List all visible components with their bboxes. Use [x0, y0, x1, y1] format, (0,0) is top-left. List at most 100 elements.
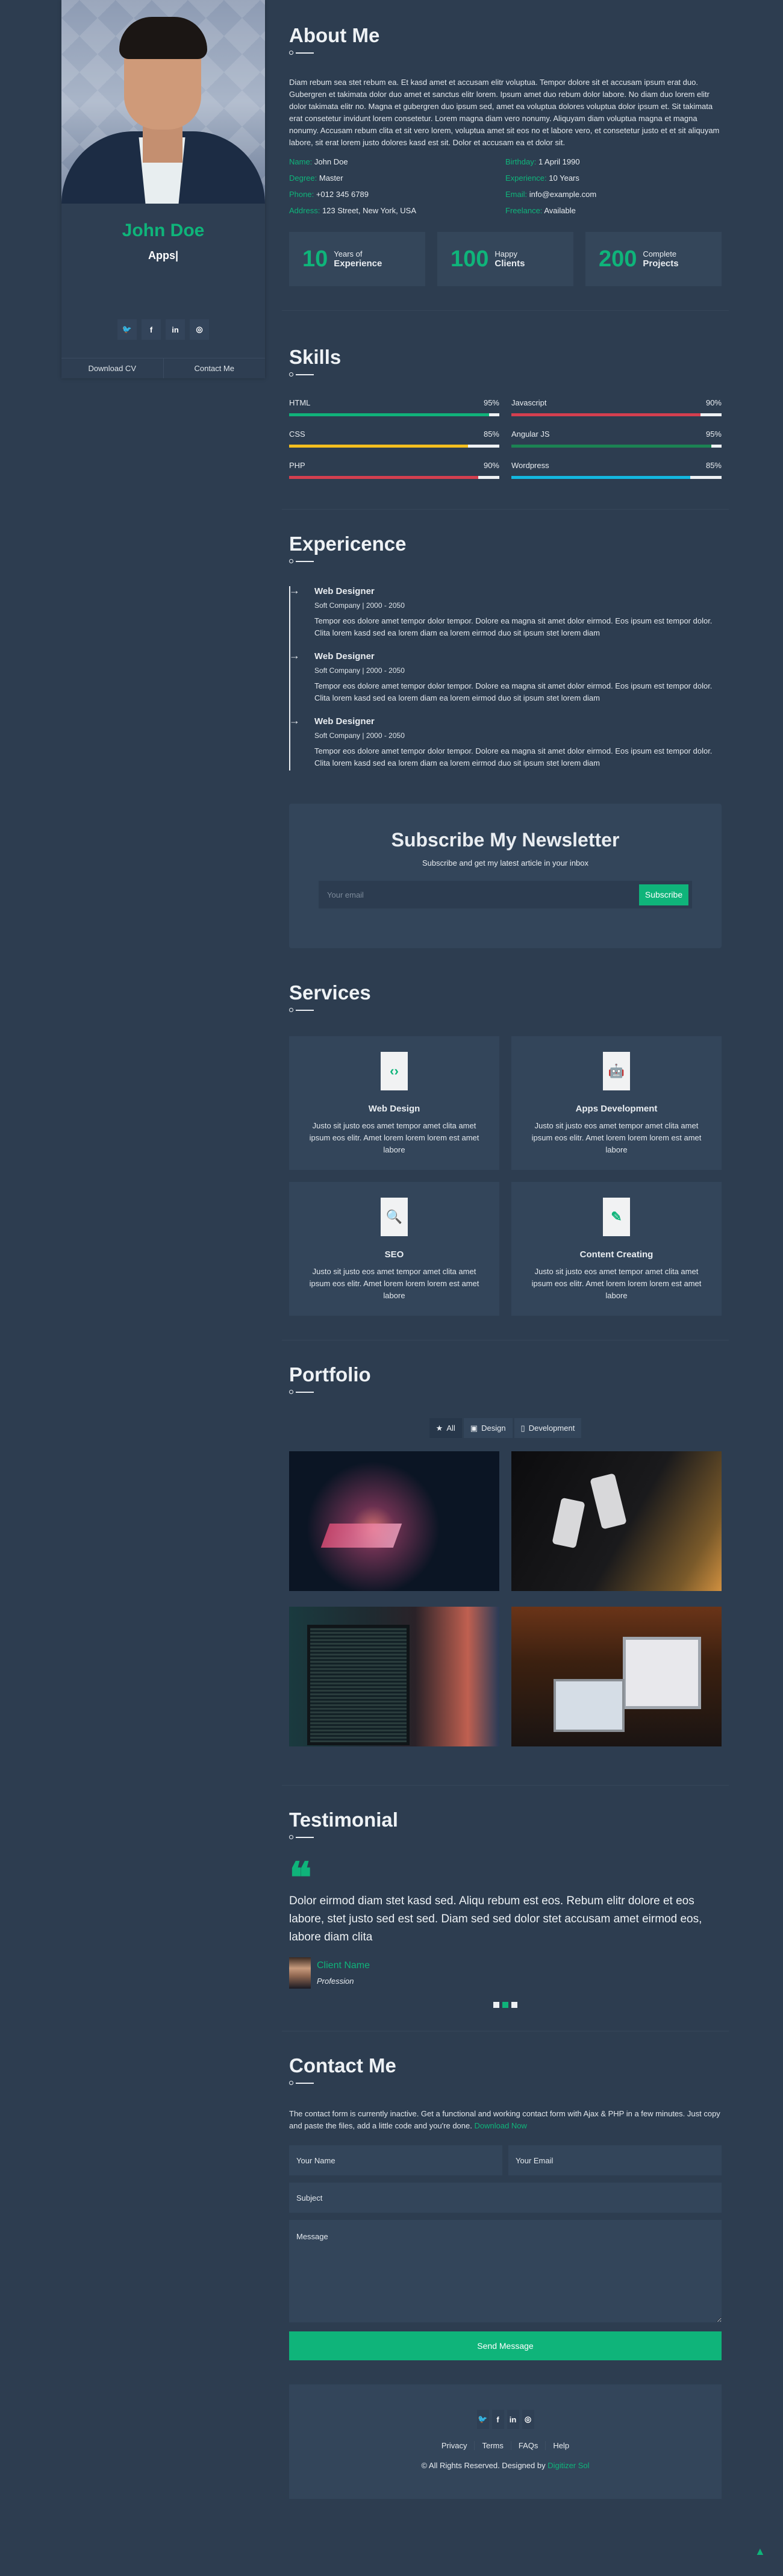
name-input[interactable]: [289, 2145, 502, 2175]
info-row: Experience: 10 Years: [505, 174, 579, 183]
about-section: About Me Diam rebum sea stet rebum ea. E…: [289, 0, 722, 286]
info-row: Phone: +012 345 6789: [289, 190, 369, 199]
portfolio-gallery: [289, 1451, 722, 1746]
contact-section: Contact Me The contact form is currently…: [289, 2031, 722, 2360]
footer-linkedin-button[interactable]: in: [507, 2410, 519, 2429]
twitter-icon: 🐦: [122, 325, 133, 334]
info-row: Degree: Master: [289, 174, 343, 183]
stats-row: 10 Years of Experience 100 Happy Clients 2…: [289, 232, 722, 286]
designer-link[interactable]: Digitizer Sol: [547, 2461, 589, 2470]
send-message-button[interactable]: Send Message: [289, 2331, 722, 2360]
download-cv-button[interactable]: Download CV: [61, 358, 164, 378]
client-profession: Profession: [317, 1977, 354, 1986]
download-now-link[interactable]: Download Now: [474, 2121, 526, 2130]
client-avatar: [289, 1957, 311, 1989]
skill-progress-bar: [511, 445, 722, 448]
footer-twitter-button[interactable]: 🐦: [476, 2410, 489, 2429]
footer: 🐦 f in ◎ Privacy Terms FAQs Help © All R…: [289, 2384, 722, 2499]
services-section: Services ‹› Web Design Justo sit justo e…: [289, 981, 722, 1316]
newsletter-email-input[interactable]: [327, 890, 639, 899]
portfolio-image-phone-hand[interactable]: [289, 1451, 499, 1591]
subject-input[interactable]: [289, 2183, 722, 2213]
client-name: Client Name: [317, 1960, 370, 1971]
service-desc: Justo sit justo eos amet tempor amet cli…: [531, 1121, 702, 1154]
skills-title: Skills: [289, 346, 342, 368]
carousel-dot[interactable]: [493, 2002, 499, 2008]
portfolio-image-two-phones[interactable]: [511, 1451, 722, 1591]
skill-progress-fill: [511, 476, 690, 479]
skill-item: CSS 85%: [289, 430, 499, 448]
newsletter-subtitle: Subscribe and get my latest article in y…: [422, 858, 589, 868]
service-card: 🤖 Apps Development Justo sit justo eos a…: [511, 1036, 722, 1170]
carousel-dot[interactable]: [511, 2002, 517, 2008]
about-text: Diam rebum sea stet rebum ea. Et kasd am…: [289, 78, 720, 147]
timeline-item: → Web Designer Soft Company | 2000 - 205…: [289, 714, 713, 767]
contact-me-button[interactable]: Contact Me: [164, 358, 266, 378]
instagram-icon: ◎: [196, 325, 203, 334]
carousel-dot-active[interactable]: [502, 2002, 508, 2008]
info-row: Birthday: 1 April 1990: [505, 157, 580, 166]
skill-progress-bar: [289, 413, 499, 416]
laptop-code-icon: ‹›: [381, 1052, 408, 1090]
skill-name: PHP: [289, 461, 305, 470]
skill-progress-bar: [289, 476, 499, 479]
filter-all[interactable]: ★ All: [429, 1418, 462, 1438]
contact-note: The contact form is currently inactive. …: [289, 2109, 720, 2130]
profile-name: John Doe: [122, 220, 205, 240]
contact-title: Contact Me: [289, 2054, 396, 2077]
service-title: Web Design: [368, 1104, 420, 1114]
star-icon: ★: [435, 1423, 443, 1433]
skills-grid: HTML 95% Javascript 90% CSS 85% Angular JS 95% P…: [289, 398, 722, 479]
portfolio-image-designer-desk[interactable]: [511, 1607, 722, 1746]
footer-link-privacy[interactable]: Privacy: [434, 2441, 475, 2450]
twitter-icon: 🐦: [478, 2415, 488, 2424]
info-grid: Name: John Doe Birthday: 1 April 1990 De…: [289, 156, 722, 217]
skill-progress-bar: [511, 413, 722, 416]
linkedin-icon: in: [509, 2415, 517, 2424]
footer-instagram-button[interactable]: ◎: [522, 2410, 534, 2429]
mobile-icon: ▯: [520, 1423, 525, 1433]
portfolio-image-code-monitor[interactable]: [289, 1607, 499, 1746]
filter-development[interactable]: ▯ Development: [514, 1418, 582, 1438]
skill-item: Angular JS 95%: [511, 430, 722, 448]
filter-design[interactable]: ▣ Design: [463, 1418, 513, 1438]
experience-section: Expericence → Web Designer Soft Company …: [289, 510, 722, 771]
skill-progress-fill: [511, 445, 711, 448]
info-row: Address: 123 Street, New York, USA: [289, 206, 417, 215]
footer-link-faqs[interactable]: FAQs: [511, 2441, 546, 2450]
skill-item: HTML 95%: [289, 398, 499, 416]
service-desc: Justo sit justo eos amet tempor amet cli…: [309, 1267, 479, 1300]
twitter-button[interactable]: 🐦: [117, 319, 137, 340]
copyright: © All Rights Reserved. Designed by Digit…: [421, 2461, 590, 2470]
skill-progress-fill: [289, 413, 489, 416]
skill-percent: 85%: [483, 430, 499, 439]
info-row: Freelance: Available: [505, 206, 576, 215]
footer-link-terms[interactable]: Terms: [475, 2441, 511, 2450]
service-desc: Justo sit justo eos amet tempor amet cli…: [309, 1121, 479, 1154]
email-input[interactable]: [508, 2145, 722, 2175]
instagram-button[interactable]: ◎: [190, 319, 209, 340]
service-desc: Justo sit justo eos amet tempor amet cli…: [531, 1267, 702, 1300]
title-decoration: [289, 372, 722, 377]
title-decoration: [289, 559, 722, 563]
skill-percent: 95%: [483, 398, 499, 407]
search-icon: 🔍: [381, 1198, 408, 1236]
subscribe-button[interactable]: Subscribe: [639, 884, 688, 905]
profile-role-typed: Apps|: [148, 249, 179, 261]
skill-item: Javascript 90%: [511, 398, 722, 416]
message-textarea[interactable]: [289, 2220, 722, 2322]
footer-link-help[interactable]: Help: [546, 2441, 576, 2450]
facebook-button[interactable]: f: [142, 319, 161, 340]
back-to-top-button[interactable]: ▲: [755, 2545, 766, 2558]
title-decoration: [289, 2081, 722, 2085]
portfolio-section: Portfolio ★ All ▣ Design ▯ Development: [289, 1340, 722, 1746]
footer-facebook-button[interactable]: f: [491, 2410, 504, 2429]
portfolio-title: Portfolio: [289, 1363, 371, 1386]
portfolio-filters: ★ All ▣ Design ▯ Development: [289, 1418, 722, 1438]
linkedin-button[interactable]: in: [166, 319, 185, 340]
services-grid: ‹› Web Design Justo sit justo eos amet t…: [289, 1036, 722, 1316]
service-card: 🔍 SEO Justo sit justo eos amet tempor am…: [289, 1182, 499, 1316]
title-decoration: [289, 51, 722, 55]
newsletter-title: Subscribe My Newsletter: [391, 829, 620, 851]
profile-photo: [61, 0, 265, 204]
